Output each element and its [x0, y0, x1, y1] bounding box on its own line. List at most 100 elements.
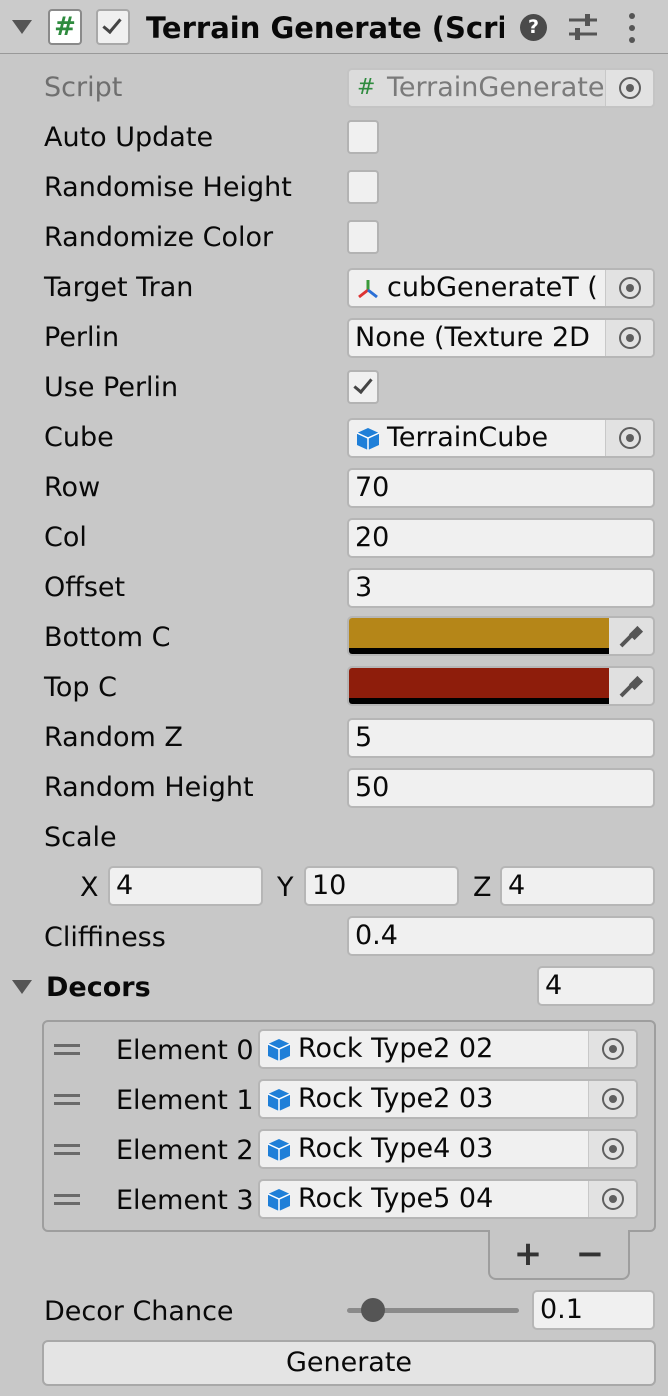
random-z-label: Random Z — [44, 722, 183, 753]
auto-update-checkbox[interactable] — [347, 120, 379, 154]
randomize-color-checkbox[interactable] — [347, 220, 379, 254]
top-c-swatch[interactable] — [349, 668, 609, 698]
generate-button[interactable]: Generate — [42, 1340, 656, 1386]
cliffiness-label: Cliffiness — [44, 922, 166, 953]
prefab-cube-icon — [356, 428, 380, 450]
scale-label: Scale — [44, 822, 117, 853]
decor-chance-slider-thumb[interactable] — [361, 1298, 385, 1322]
prefab-cube-icon — [267, 1089, 291, 1111]
auto-update-label: Auto Update — [44, 122, 214, 153]
perlin-value: None (Texture 2D — [355, 322, 590, 353]
alpha-bar — [349, 698, 609, 704]
decors-size-input[interactable]: 4 — [537, 966, 655, 1006]
foldout-arrow-icon[interactable] — [12, 20, 32, 34]
script-object-picker[interactable] — [605, 70, 653, 106]
decor-element-label: Element 1 — [116, 1085, 254, 1116]
drag-handle-icon[interactable] — [54, 1094, 80, 1106]
bottom-c-color-field[interactable] — [347, 616, 655, 656]
cube-value: TerrainCube — [387, 422, 549, 453]
prefab-cube-icon — [267, 1189, 291, 1211]
perlin-label: Perlin — [44, 322, 120, 353]
bottom-c-swatch[interactable] — [349, 618, 609, 648]
target-tran-field[interactable]: cubGenerateT ( — [347, 268, 655, 308]
random-height-input[interactable]: 50 — [347, 768, 655, 808]
remove-element-button[interactable]: − — [570, 1234, 610, 1274]
randomize-color-label: Randomize Color — [44, 222, 274, 253]
menu-icon[interactable] — [622, 11, 642, 45]
decor-element-label: Element 2 — [116, 1135, 254, 1166]
decor-object-picker[interactable] — [588, 1131, 636, 1167]
row-label: Row — [44, 472, 101, 503]
checkmark-icon — [102, 13, 122, 35]
decor-element-value: Rock Type4 03 — [298, 1133, 494, 1164]
decor-element-field[interactable]: Rock Type2 02 — [258, 1029, 638, 1069]
row-input[interactable]: 70 — [347, 468, 655, 508]
decors-list-footer: + − — [488, 1230, 630, 1280]
bottom-c-label: Bottom C — [44, 622, 171, 653]
prefab-cube-icon — [267, 1139, 291, 1161]
script-file-icon: # — [357, 75, 376, 100]
drag-handle-icon[interactable] — [54, 1144, 80, 1156]
decors-label[interactable]: Decors — [46, 968, 151, 1008]
decor-object-picker[interactable] — [588, 1181, 636, 1217]
script-field-value: TerrainGenerate — [387, 72, 605, 103]
settings-icon[interactable] — [566, 12, 600, 42]
script-field[interactable]: # TerrainGenerate — [347, 68, 655, 108]
object-picker-icon — [602, 1188, 624, 1210]
scale-y-input[interactable]: 10 — [304, 866, 459, 906]
object-picker-icon — [602, 1138, 624, 1160]
alpha-bar — [349, 648, 609, 654]
use-perlin-checkbox[interactable] — [347, 370, 379, 404]
decor-element-value: Rock Type2 02 — [298, 1033, 494, 1064]
scale-y-label[interactable]: Y — [277, 868, 294, 908]
object-picker-icon — [619, 77, 641, 99]
scale-x-label[interactable]: X — [80, 868, 99, 908]
scale-z-label[interactable]: Z — [473, 868, 492, 908]
col-label: Col — [44, 522, 87, 553]
checkmark-icon — [353, 373, 373, 395]
cube-label: Cube — [44, 422, 114, 453]
component-enabled-checkbox[interactable] — [96, 9, 130, 45]
component-header: # Terrain Generate (Script) ? — [0, 0, 668, 54]
drag-handle-icon[interactable] — [54, 1194, 80, 1206]
eyedropper-icon[interactable] — [615, 672, 645, 702]
decor-object-picker[interactable] — [588, 1081, 636, 1117]
target-tran-value: cubGenerateT ( — [387, 272, 598, 303]
decor-element-label: Element 3 — [116, 1185, 254, 1216]
decor-object-picker[interactable] — [588, 1031, 636, 1067]
decor-element-value: Rock Type5 04 — [298, 1183, 494, 1214]
col-input[interactable]: 20 — [347, 518, 655, 558]
drag-handle-icon[interactable] — [54, 1044, 80, 1056]
help-icon[interactable]: ? — [520, 14, 547, 41]
randomise-height-checkbox[interactable] — [347, 170, 379, 204]
target-tran-object-picker[interactable] — [605, 270, 653, 306]
decor-chance-input[interactable]: 0.1 — [532, 1290, 655, 1330]
component-title: Terrain Generate (Script) — [146, 11, 504, 45]
top-c-color-field[interactable] — [347, 666, 655, 706]
add-element-button[interactable]: + — [508, 1234, 548, 1274]
cube-field[interactable]: TerrainCube — [347, 418, 655, 458]
randomise-height-label: Randomise Height — [44, 172, 292, 203]
decor-element-field[interactable]: Rock Type2 03 — [258, 1079, 638, 1119]
decor-element-field[interactable]: Rock Type5 04 — [258, 1179, 638, 1219]
cube-object-picker[interactable] — [605, 420, 653, 456]
object-picker-icon — [619, 427, 641, 449]
use-perlin-label: Use Perlin — [44, 372, 179, 403]
cliffiness-input[interactable]: 0.4 — [347, 916, 655, 956]
perlin-field[interactable]: None (Texture 2D — [347, 318, 655, 358]
eyedropper-icon[interactable] — [615, 622, 645, 652]
decor-element-field[interactable]: Rock Type4 03 — [258, 1129, 638, 1169]
random-z-input[interactable]: 5 — [347, 718, 655, 758]
object-picker-icon — [619, 327, 641, 349]
transform-icon — [358, 280, 378, 299]
target-tran-label: Target Tran — [44, 272, 194, 303]
script-icon: # — [48, 9, 82, 45]
decor-element-value: Rock Type2 03 — [298, 1083, 494, 1114]
decor-chance-label: Decor Chance — [44, 1296, 234, 1327]
perlin-object-picker[interactable] — [605, 320, 653, 356]
scale-z-input[interactable]: 4 — [500, 866, 655, 906]
offset-input[interactable]: 3 — [347, 568, 655, 608]
scale-x-input[interactable]: 4 — [108, 866, 263, 906]
decors-foldout-arrow-icon[interactable] — [12, 980, 32, 994]
top-c-label: Top C — [44, 672, 117, 703]
